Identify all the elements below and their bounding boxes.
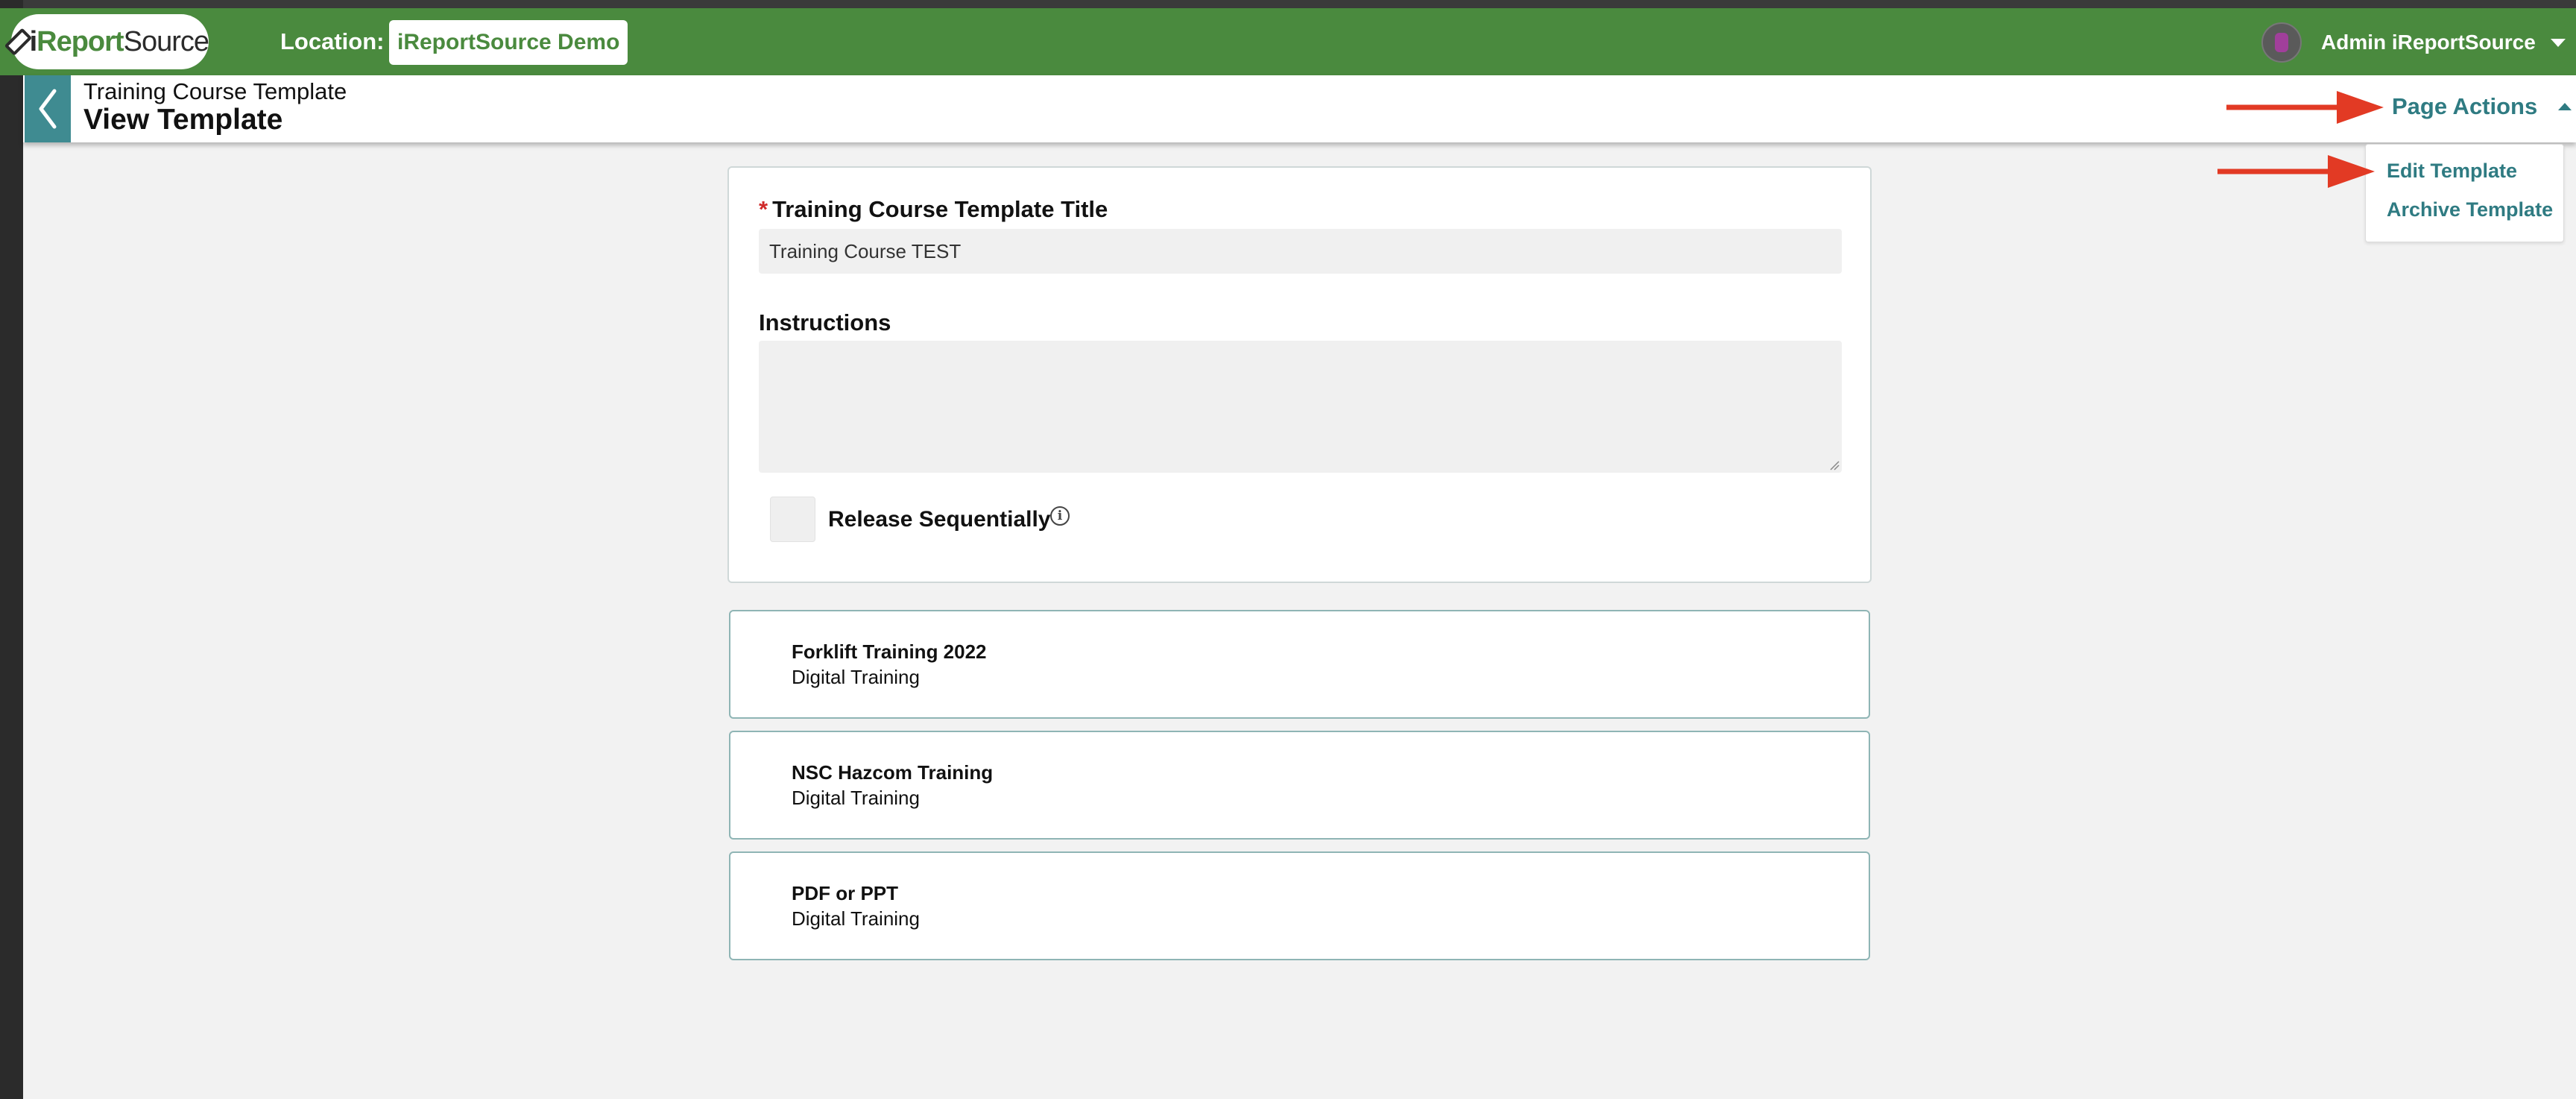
course-title: PDF or PPT (792, 882, 899, 904)
title-field-label-text: Training Course Template Title (772, 196, 1108, 222)
menu-item-edit-template[interactable]: Edit Template (2387, 160, 2517, 183)
release-sequentially-label: Release Sequentially (828, 507, 1051, 532)
user-name[interactable]: Admin iReportSource (2321, 31, 2536, 54)
ireportsource-logo[interactable]: i Report Source (4, 14, 209, 69)
user-menu[interactable]: Admin iReportSource (2261, 20, 2566, 65)
annotation-arrow-edit-template (2217, 155, 2375, 188)
list-item[interactable]: Forklift Training 2022 Digital Training (729, 610, 1870, 719)
window-left-edge (0, 0, 23, 1099)
menu-item-archive-template[interactable]: Archive Template (2387, 198, 2553, 221)
caret-down-icon[interactable] (2550, 38, 2566, 47)
page-actions-button[interactable]: Page Actions (2392, 93, 2572, 120)
logo-diamond-icon (4, 28, 32, 56)
resize-handle-icon[interactable] (1829, 460, 1840, 470)
course-type: Digital Training (792, 666, 920, 688)
instructions-label: Instructions (759, 309, 891, 336)
release-sequentially-checkbox[interactable] (770, 497, 815, 542)
page-header: Training Course Template View Template P… (23, 75, 2576, 142)
page-actions-label[interactable]: Page Actions (2392, 93, 2537, 120)
logo-text-report: Report (37, 25, 124, 57)
instructions-textarea[interactable] (759, 341, 1842, 473)
template-title-input[interactable]: Training Course TEST (759, 229, 1842, 274)
list-item[interactable]: PDF or PPT Digital Training (729, 851, 1870, 960)
course-type: Digital Training (792, 907, 920, 930)
back-button[interactable] (25, 75, 71, 142)
location-selector-button[interactable]: iReportSource Demo (389, 20, 628, 65)
page-actions-menu: Edit Template Archive Template (2365, 144, 2564, 242)
location-label: Location: (280, 28, 385, 54)
caret-up-icon[interactable] (2558, 103, 2572, 110)
course-type: Digital Training (792, 787, 920, 809)
required-marker: * (759, 196, 768, 222)
course-title: Forklift Training 2022 (792, 640, 987, 663)
chevron-left-icon (39, 89, 57, 129)
logo-text-i: i (29, 25, 38, 57)
info-icon[interactable]: i (1050, 506, 1070, 526)
logo-text-source: Source (123, 25, 209, 57)
course-title: NSC Hazcom Training (792, 761, 994, 784)
template-form-card: * Training Course Template Title Training… (727, 166, 1872, 583)
annotation-arrow-page-actions (2226, 91, 2384, 124)
top-navbar: i Report Source Location: iReportSource De… (0, 8, 2576, 75)
breadcrumb: Training Course Template (83, 78, 347, 104)
list-item[interactable]: NSC Hazcom Training Digital Training (729, 731, 1870, 840)
title-field-label: * Training Course Template Title (759, 196, 1108, 223)
avatar[interactable] (2261, 22, 2302, 63)
window-top-edge (0, 0, 2576, 8)
page-title: View Template (83, 104, 283, 136)
